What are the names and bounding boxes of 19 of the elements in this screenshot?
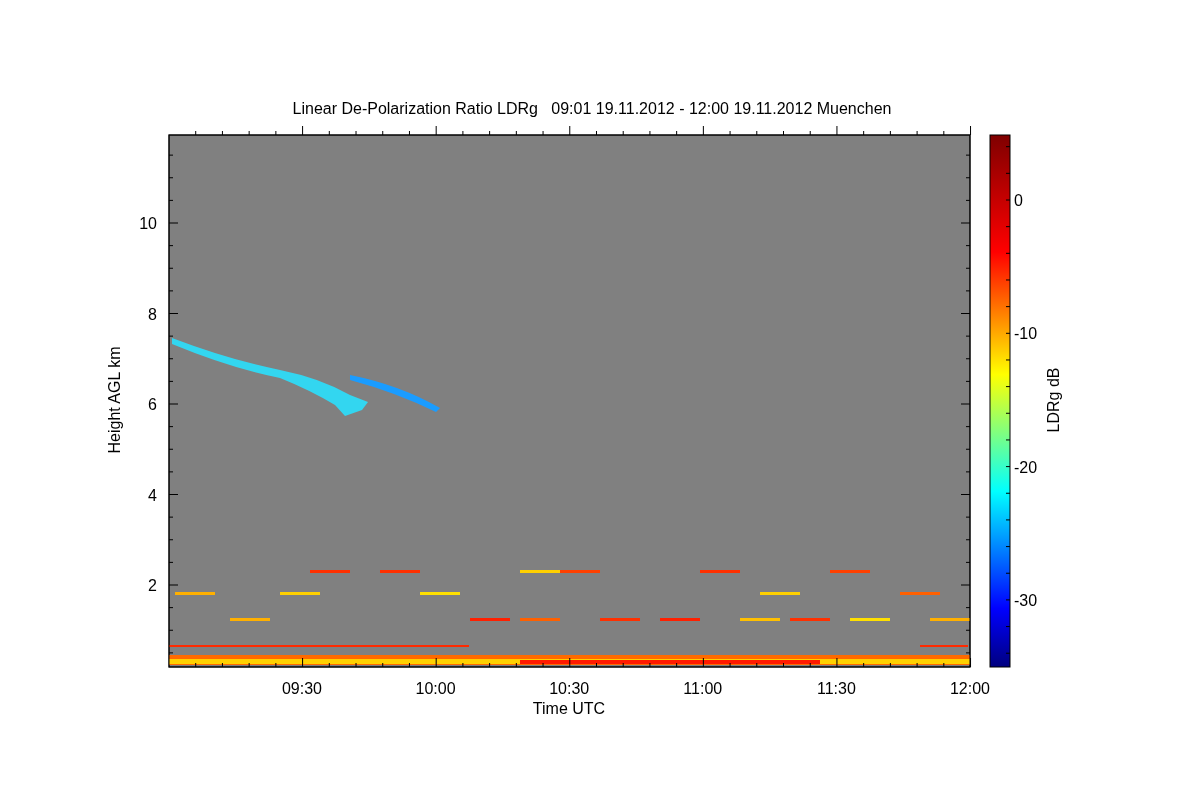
chart-title: Linear De-Polarization Ratio LDRg 09:01 19.11.2012 - 12:00 19.11.2012 Muenchen <box>292 100 892 117</box>
x-axis-label: Time UTC <box>532 700 606 717</box>
y-axis-label: Height AGL km <box>106 346 123 454</box>
x-tick-label: 11:00 <box>683 680 723 697</box>
y-tick-label: 6 <box>148 396 157 413</box>
x-tick-label: 10:30 <box>549 680 590 697</box>
y-tick-label: 2 <box>148 577 157 594</box>
colorbar-label: LDRg dB <box>1045 367 1062 433</box>
x-tick-label: 11:30 <box>816 680 856 697</box>
y-tick-label: 8 <box>148 305 157 323</box>
colorbar-tick-label: -30 <box>1014 591 1038 609</box>
y-tick-label: 4 <box>148 486 157 504</box>
x-tick-label: 10:00 <box>415 680 456 697</box>
y-tick-label: 10 <box>139 215 157 232</box>
colorbar-tick-label: -20 <box>1014 458 1038 476</box>
colorbar-tick-label: 0 <box>1014 192 1023 209</box>
x-tick-label: 12:00 <box>950 680 990 697</box>
x-tick-label: 09:30 <box>282 680 322 697</box>
colorbar-tick-label: -10 <box>1014 325 1038 343</box>
